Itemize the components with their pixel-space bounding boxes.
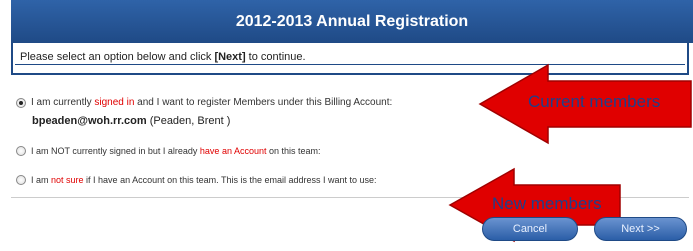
option2-text-b: on this team: bbox=[266, 146, 321, 156]
option-existing-label: I am NOT currently signed in but I alrea… bbox=[31, 146, 321, 156]
option1-text-b: and I want to register Members under thi… bbox=[134, 97, 393, 108]
cancel-button-label: Cancel bbox=[512, 223, 548, 235]
new-members-label: New members bbox=[492, 194, 602, 213]
option1-text-red: signed in bbox=[94, 97, 135, 108]
option3-text-a: I am bbox=[31, 175, 52, 185]
account-name: (Peaden, Brent ) bbox=[146, 115, 231, 127]
cancel-button[interactable]: Cancel bbox=[482, 217, 578, 241]
option3-text-red: not sure bbox=[51, 175, 84, 185]
email-address: bpeaden@woh.rr.com bbox=[32, 115, 147, 127]
billing-account-email: bpeaden@woh.rr.com (Peaden, Brent ) bbox=[32, 115, 230, 127]
next-button-label: Next >> bbox=[621, 223, 660, 235]
instructions-suffix: to continue. bbox=[245, 51, 306, 63]
option2-text-red: have an Account bbox=[199, 146, 267, 156]
radio-not-sure[interactable] bbox=[16, 175, 26, 185]
instructions-next-ref: [Next] bbox=[214, 51, 246, 63]
option-existing-account[interactable]: I am NOT currently signed in but I alrea… bbox=[16, 146, 321, 156]
option-current-account[interactable]: I am currently signed in and I want to r… bbox=[16, 97, 392, 108]
page-title-text: 2012-2013 Annual Registration bbox=[235, 12, 469, 30]
option-current-label: I am currently signed in and I want to r… bbox=[31, 97, 392, 108]
option3-text-b: if I have an Account on this team. This … bbox=[83, 175, 377, 185]
radio-existing-account[interactable] bbox=[16, 146, 26, 156]
option2-text-a: I am NOT currently signed in but I alrea… bbox=[31, 146, 200, 156]
option-not-sure-label: I am not sure if I have an Account on th… bbox=[31, 175, 377, 185]
next-button[interactable]: Next >> bbox=[594, 217, 687, 241]
radio-current-account[interactable] bbox=[16, 97, 26, 108]
current-members-label: Current members bbox=[528, 92, 661, 111]
option-not-sure[interactable]: I am not sure if I have an Account on th… bbox=[16, 175, 377, 185]
instructions-prefix: Please select an option below and click bbox=[20, 51, 215, 63]
page-title: 2012-2013 Annual Registration bbox=[11, 0, 693, 43]
option1-text-a: I am currently bbox=[31, 97, 95, 108]
